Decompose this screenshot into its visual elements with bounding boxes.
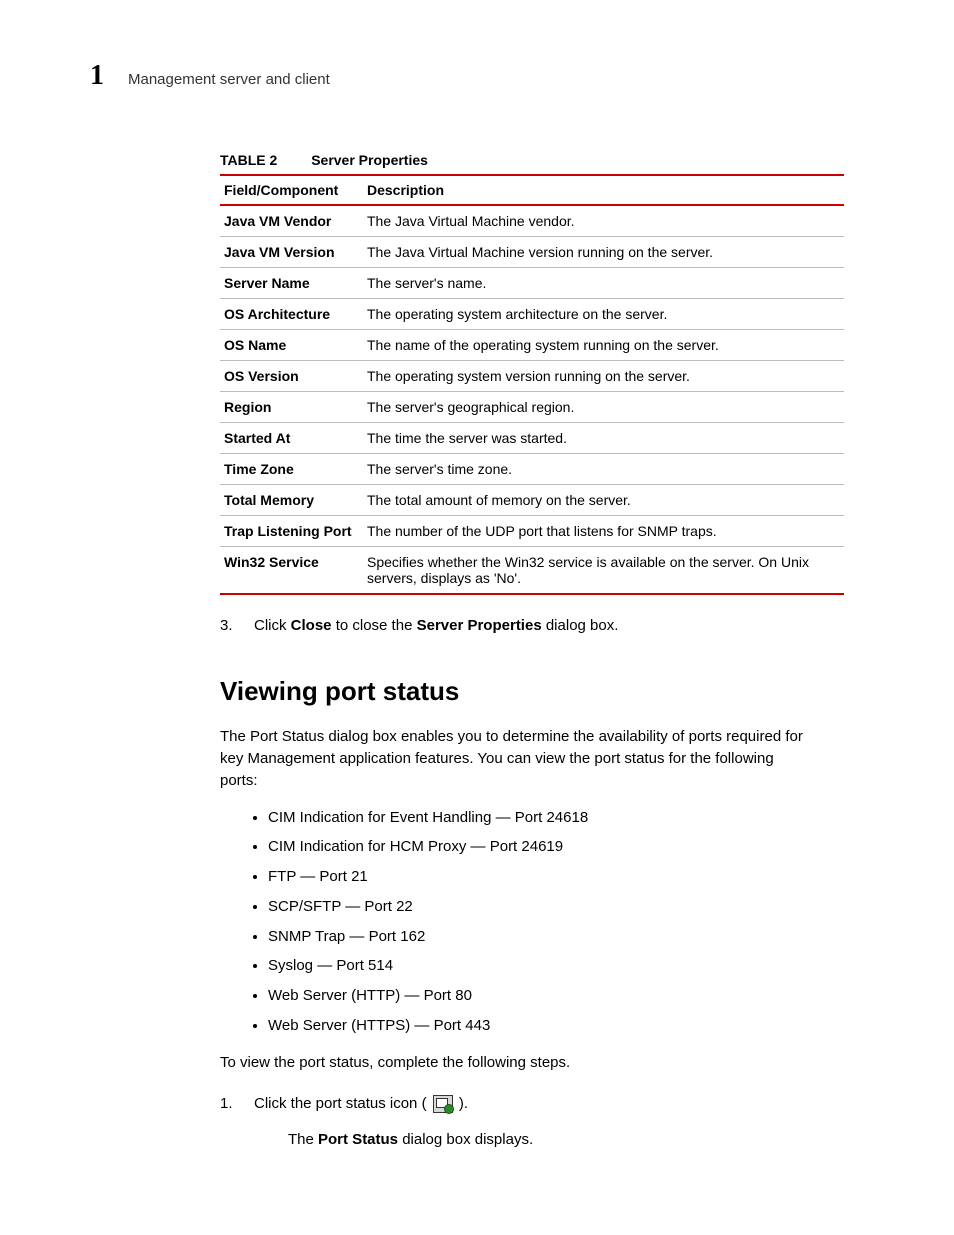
dialog-name: Server Properties: [417, 617, 542, 634]
list-item: FTP — Port 21: [268, 866, 804, 888]
outro-paragraph: To view the port status, complete the fo…: [220, 1052, 804, 1074]
col-field: Field/Component: [220, 175, 363, 205]
close-label: Close: [291, 617, 332, 634]
field-cell: Region: [220, 392, 363, 423]
field-cell: Total Memory: [220, 485, 363, 516]
page-header: 1 Management server and client: [90, 60, 864, 92]
table-row: Time ZoneThe server's time zone.: [220, 454, 844, 485]
field-cell: Started At: [220, 423, 363, 454]
chapter-title: Management server and client: [128, 71, 330, 88]
field-cell: OS Architecture: [220, 299, 363, 330]
col-description: Description: [363, 175, 844, 205]
text: Click: [254, 617, 291, 634]
desc-cell: The server's name.: [363, 268, 844, 299]
table-row: OS NameThe name of the operating system …: [220, 330, 844, 361]
field-cell: OS Version: [220, 361, 363, 392]
port-status-icon: [433, 1095, 453, 1113]
table-row: Started AtThe time the server was starte…: [220, 423, 844, 454]
table-row: OS ArchitectureThe operating system arch…: [220, 299, 844, 330]
list-item: CIM Indication for Event Handling — Port…: [268, 807, 804, 829]
list-item: SCP/SFTP — Port 22: [268, 896, 804, 918]
list-item: CIM Indication for HCM Proxy — Port 2461…: [268, 836, 804, 858]
step-number: 1.: [220, 1093, 242, 1151]
table-row: OS VersionThe operating system version r…: [220, 361, 844, 392]
substep-text: The Port Status dialog box displays.: [288, 1129, 533, 1151]
step-number: 3.: [220, 615, 242, 637]
chapter-number: 1: [90, 60, 104, 92]
desc-cell: The server's time zone.: [363, 454, 844, 485]
desc-cell: The number of the UDP port that listens …: [363, 516, 844, 547]
field-cell: Java VM Vendor: [220, 205, 363, 237]
step-1: 1. Click the port status icon ( ). The P…: [220, 1093, 804, 1151]
list-item: SNMP Trap — Port 162: [268, 926, 804, 948]
table-row: Trap Listening PortThe number of the UDP…: [220, 516, 844, 547]
table-row: Total MemoryThe total amount of memory o…: [220, 485, 844, 516]
table-caption-label: TABLE 2: [220, 152, 277, 168]
field-cell: OS Name: [220, 330, 363, 361]
table-row: Java VM VersionThe Java Virtual Machine …: [220, 237, 844, 268]
section-heading: Viewing port status: [220, 673, 804, 711]
text: ).: [455, 1095, 468, 1112]
port-list: CIM Indication for Event Handling — Port…: [220, 807, 804, 1037]
list-item: Syslog — Port 514: [268, 955, 804, 977]
desc-cell: The time the server was started.: [363, 423, 844, 454]
field-cell: Win32 Service: [220, 547, 363, 595]
desc-cell: The server's geographical region.: [363, 392, 844, 423]
field-cell: Server Name: [220, 268, 363, 299]
dialog-name: Port Status: [318, 1131, 398, 1148]
desc-cell: The Java Virtual Machine vendor.: [363, 205, 844, 237]
table-row: Java VM VendorThe Java Virtual Machine v…: [220, 205, 844, 237]
server-properties-table: Field/Component Description Java VM Vend…: [220, 174, 844, 595]
list-item: Web Server (HTTPS) — Port 443: [268, 1015, 804, 1037]
field-cell: Java VM Version: [220, 237, 363, 268]
text: The: [288, 1131, 318, 1148]
step-text: Click Close to close the Server Properti…: [254, 615, 618, 637]
intro-paragraph: The Port Status dialog box enables you t…: [220, 726, 804, 791]
field-cell: Trap Listening Port: [220, 516, 363, 547]
desc-cell: The name of the operating system running…: [363, 330, 844, 361]
table-caption: TABLE 2 Server Properties: [220, 152, 844, 168]
table-row: Win32 ServiceSpecifies whether the Win32…: [220, 547, 844, 595]
text: Click the port status icon (: [254, 1095, 431, 1112]
desc-cell: The total amount of memory on the server…: [363, 485, 844, 516]
desc-cell: The Java Virtual Machine version running…: [363, 237, 844, 268]
desc-cell: Specifies whether the Win32 service is a…: [363, 547, 844, 595]
text: dialog box displays.: [398, 1131, 533, 1148]
table-row: RegionThe server's geographical region.: [220, 392, 844, 423]
text: to close the: [332, 617, 417, 634]
list-item: Web Server (HTTP) — Port 80: [268, 985, 804, 1007]
step-text: Click the port status icon ( ). The Port…: [254, 1093, 533, 1151]
step-3: 3. Click Close to close the Server Prope…: [220, 615, 804, 637]
table-caption-title: Server Properties: [311, 152, 428, 168]
text: dialog box.: [542, 617, 619, 634]
field-cell: Time Zone: [220, 454, 363, 485]
desc-cell: The operating system architecture on the…: [363, 299, 844, 330]
table-header-row: Field/Component Description: [220, 175, 844, 205]
table-row: Server NameThe server's name.: [220, 268, 844, 299]
desc-cell: The operating system version running on …: [363, 361, 844, 392]
